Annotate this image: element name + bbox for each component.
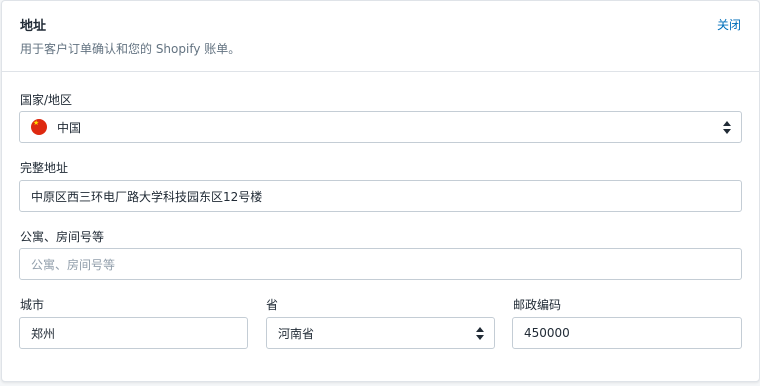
address-value: 中原区西三环电厂路大学科技园东区12号楼 — [31, 189, 263, 204]
china-flag-icon: ★ — [31, 119, 47, 135]
address-label: 完整地址 — [20, 161, 69, 175]
province-select[interactable]: 河南省 — [266, 317, 495, 349]
card-header: 地址 用于客户订单确认和您的 Shopify 账单。 关闭 — [2, 1, 759, 72]
country-value: 中国 — [57, 120, 82, 135]
province-value: 河南省 — [278, 326, 315, 341]
postal-label: 邮政编码 — [513, 298, 562, 312]
city-value: 郑州 — [31, 326, 56, 341]
country-label: 国家/地区 — [20, 93, 73, 107]
select-arrows-icon — [476, 327, 484, 340]
postal-input[interactable]: 450000 — [512, 317, 742, 349]
card-subtitle: 用于客户订单确认和您的 Shopify 账单。 — [20, 42, 241, 56]
select-arrows-icon — [723, 121, 731, 134]
address-input[interactable]: 中原区西三环电厂路大学科技园东区12号楼 — [19, 180, 742, 212]
apartment-input[interactable]: 公寓、房间号等 — [19, 248, 742, 280]
apartment-label: 公寓、房间号等 — [20, 230, 105, 244]
city-input[interactable]: 郑州 — [19, 317, 248, 349]
apartment-placeholder: 公寓、房间号等 — [31, 257, 116, 272]
country-select[interactable]: ★ 中国 — [19, 111, 742, 143]
close-link[interactable]: 关闭 — [717, 16, 741, 33]
province-label: 省 — [266, 298, 279, 312]
city-label: 城市 — [20, 298, 45, 312]
address-card: 地址 用于客户订单确认和您的 Shopify 账单。 关闭 国家/地区 ★ 中国… — [1, 0, 760, 382]
postal-value: 450000 — [524, 326, 570, 340]
card-title: 地址 — [20, 19, 47, 34]
